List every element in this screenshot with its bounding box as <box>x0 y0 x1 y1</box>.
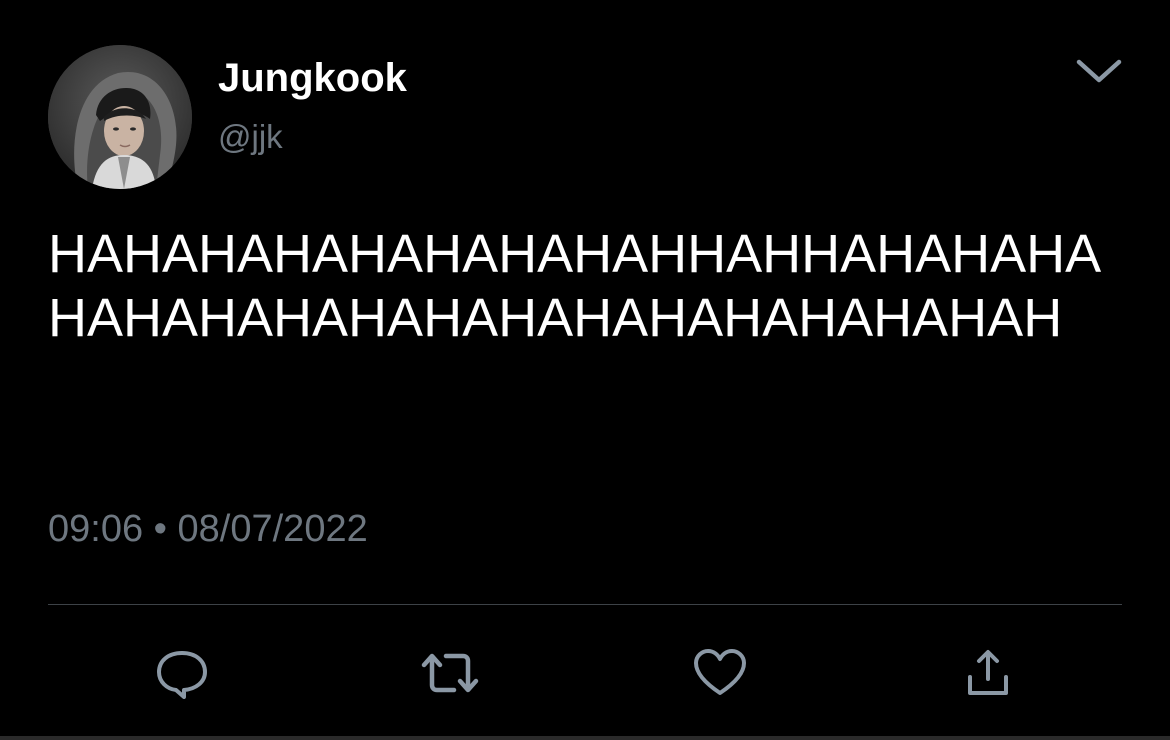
tweet-date: 08/07/2022 <box>177 508 368 550</box>
divider <box>48 604 1122 605</box>
timestamp-separator: • <box>153 508 167 550</box>
share-button[interactable] <box>958 645 1018 701</box>
tweet-time: 09:06 <box>48 508 144 550</box>
retweet-icon <box>421 653 479 693</box>
author-display-name[interactable]: Jungkook <box>218 54 407 102</box>
retweet-button[interactable] <box>420 645 480 701</box>
bottom-edge <box>0 736 1170 740</box>
avatar[interactable] <box>48 45 192 189</box>
tweet-text: HAHAHAHAHAHAHAHAHHAHHAHAHAHAHAHAHAHAHAHA… <box>48 224 1102 348</box>
chevron-down-icon <box>1076 59 1122 83</box>
avatar-image <box>48 45 192 189</box>
reply-button[interactable] <box>152 645 212 701</box>
heart-icon <box>694 649 746 695</box>
tweet-timestamp: 09:06 • 08/07/2022 <box>48 506 368 552</box>
reply-icon <box>157 651 207 699</box>
tweet-detail: Jungkook @jjk HAHAHAHAHAHAHAHAHHAHHAHAHA… <box>0 0 1170 740</box>
like-button[interactable] <box>690 645 750 701</box>
share-icon <box>968 650 1008 695</box>
more-options-button[interactable] <box>1072 52 1126 88</box>
author-handle[interactable]: @jjk <box>218 117 283 157</box>
